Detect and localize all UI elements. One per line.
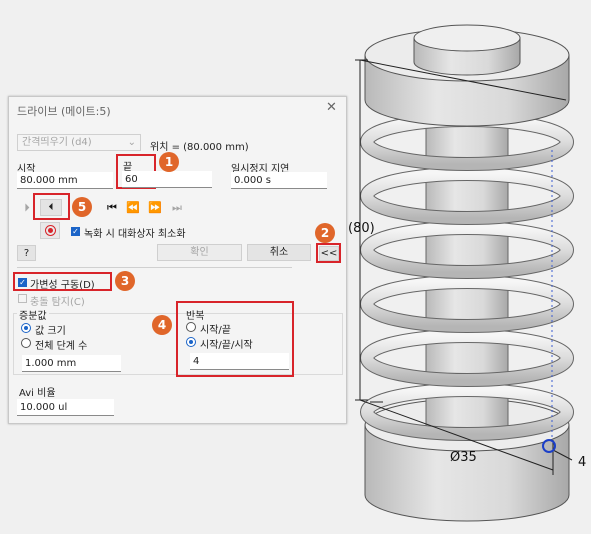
radio-empty-icon (186, 322, 196, 332)
minimize-label: 녹화 시 대화상자 최소화 (84, 229, 186, 240)
play-forward-button[interactable]: ⏵ (21, 200, 33, 216)
play-reverse-button[interactable]: ⏴ (40, 199, 62, 216)
repeat-start-end-start-label: 시작/끝/시작 (200, 340, 253, 351)
increment-title: 증분값 (17, 307, 49, 322)
callout-1: 1 (159, 152, 179, 172)
chevron-down-icon: ⌄ (127, 137, 136, 148)
position-readout: 위치 = (80.000 mm) (150, 142, 249, 153)
radio-selected-icon (186, 337, 196, 347)
collision-checkbox[interactable] (18, 294, 27, 306)
constraint-combo-value: 간격띄우기 (d4) (22, 137, 92, 148)
goto-end-button[interactable]: ⏭ (168, 200, 186, 216)
record-button[interactable] (40, 222, 60, 239)
amount-radio[interactable] (21, 323, 31, 336)
adaptive-label: 가변성 구동(D) (30, 280, 95, 291)
radio-selected-icon (21, 323, 31, 333)
repeat-start-end-label: 시작/끝 (200, 325, 231, 336)
help-icon: ? (23, 248, 30, 259)
collapse-highlight (316, 243, 341, 263)
avi-label: Avi 비율 (19, 388, 56, 399)
end-input[interactable]: 60 (122, 171, 212, 188)
record-dot (48, 228, 53, 233)
callout-4: 4 (152, 315, 172, 335)
help-button[interactable]: ? (17, 245, 36, 261)
height-dimension-text: (80) (348, 221, 375, 236)
total-steps-label: 전체 단계 수 (35, 341, 88, 352)
cancel-button[interactable]: 취소 (247, 244, 311, 261)
step-back-button[interactable]: ⏪ (124, 200, 142, 216)
adaptive-checkbox[interactable]: ✓ (18, 277, 27, 288)
close-icon[interactable]: ✕ (326, 100, 337, 115)
drive-dialog: 드라이브 (메이트:5) ✕ 간격띄우기 (d4) ⌄ 위치 = (80.000… (8, 96, 347, 424)
callout-3: 3 (115, 271, 135, 291)
total-steps-radio[interactable] (21, 338, 31, 351)
increment-input[interactable]: 1.000 mm (22, 355, 121, 372)
collision-label: 충돌 탐지(C) (30, 297, 85, 308)
amount-label: 값 크기 (35, 326, 66, 337)
repeat-start-end-radio[interactable] (186, 322, 196, 335)
divider (17, 267, 292, 268)
check-icon: ✓ (18, 278, 27, 287)
callout-2: 2 (315, 223, 335, 243)
top-plate (364, 24, 570, 127)
start-input[interactable]: 80.000 mm (17, 172, 113, 189)
dialog-title: 드라이브 (메이트:5) (17, 105, 111, 118)
checkbox-empty-icon (18, 294, 27, 303)
right-dimension-text: 4 (578, 455, 586, 470)
constraint-combo: 간격띄우기 (d4) ⌄ (17, 134, 141, 151)
repeat-title: 반복 (186, 311, 205, 322)
check-icon: ✓ (71, 227, 80, 236)
step-forward-button[interactable]: ⏩ (146, 200, 164, 216)
repeat-start-end-start-radio[interactable] (186, 337, 196, 350)
callout-5: 5 (72, 197, 92, 217)
pause-input[interactable]: 0.000 s (231, 172, 327, 189)
minimize-checkbox[interactable]: ✓ (71, 226, 80, 237)
avi-input[interactable]: 10.000 ul (17, 399, 114, 416)
diameter-dimension-text: Ø35 (450, 450, 477, 465)
repeat-count-input[interactable]: 4 (190, 353, 289, 370)
radio-empty-icon (21, 338, 31, 348)
goto-start-button[interactable]: ⏮ (103, 200, 121, 216)
ok-button[interactable]: 확인 (157, 244, 242, 261)
